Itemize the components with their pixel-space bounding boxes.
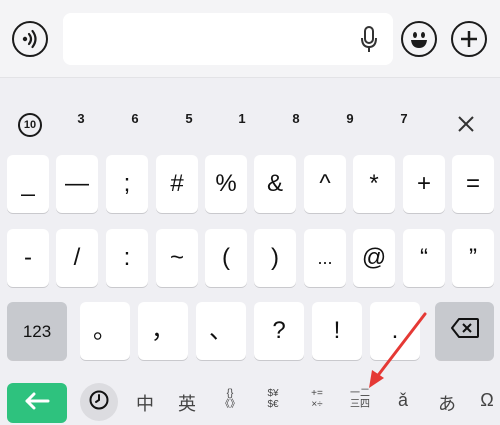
symbol-key[interactable]: — — [56, 155, 98, 213]
voice-icon[interactable] — [12, 21, 48, 57]
numbers-mode-key[interactable]: 123 — [7, 302, 67, 360]
backspace-icon — [450, 317, 480, 346]
recent-symbols-button[interactable] — [80, 383, 118, 421]
symbol-key[interactable]: ， — [138, 302, 188, 360]
clock-icon — [88, 389, 110, 416]
symbol-key[interactable]: ... — [304, 229, 346, 287]
number-key[interactable]: 8 — [281, 111, 311, 126]
symbol-key[interactable]: & — [254, 155, 296, 213]
symbol-key[interactable]: ? — [254, 302, 304, 360]
symbol-key[interactable]: ; — [106, 155, 148, 213]
enter-arrow-icon — [23, 392, 51, 415]
symbol-key[interactable]: 。 — [80, 302, 130, 360]
number-row: 10 3 6 5 1 8 9 7 — [0, 103, 500, 143]
number-key[interactable]: 9 — [335, 111, 365, 126]
plus-icon[interactable] — [451, 21, 487, 57]
symbol-key[interactable]: ” — [452, 229, 494, 287]
symbol-key[interactable]: - — [7, 229, 49, 287]
symbol-key[interactable]: ( — [205, 229, 247, 287]
more-symbols-tab[interactable]: Ω — [474, 390, 500, 411]
chinese-symbols-tab[interactable]: 中 — [130, 390, 160, 416]
message-input[interactable] — [63, 13, 393, 65]
symbol-key[interactable]: @ — [353, 229, 395, 287]
symbol-key[interactable]: * — [353, 155, 395, 213]
enter-key[interactable] — [7, 383, 67, 423]
symbol-key[interactable]: / — [56, 229, 98, 287]
close-icon[interactable] — [454, 112, 478, 136]
number-key[interactable]: 5 — [174, 111, 204, 126]
symbol-key[interactable]: % — [205, 155, 247, 213]
mic-icon[interactable] — [359, 25, 379, 55]
symbol-key[interactable]: ! — [312, 302, 362, 360]
symbol-key[interactable]: # — [156, 155, 198, 213]
brackets-tab[interactable]: {} 《》 — [215, 388, 245, 410]
symbol-key[interactable]: . — [370, 302, 420, 360]
symbol-key[interactable]: “ — [403, 229, 445, 287]
backspace-key[interactable] — [435, 302, 494, 360]
bottom-toolbar: 中 英 {} 《》 $¥ $€ += ×÷ 一二 三四 ǎ あ Ω — [0, 378, 500, 425]
emoji-icon[interactable] — [401, 21, 437, 57]
symbol-key[interactable]: ~ — [156, 229, 198, 287]
symbol-key[interactable]: + — [403, 155, 445, 213]
symbol-key[interactable]: : — [106, 229, 148, 287]
symbol-key[interactable]: ) — [254, 229, 296, 287]
symbol-key[interactable]: ^ — [304, 155, 346, 213]
number-key[interactable]: 3 — [66, 111, 96, 126]
number-key[interactable]: 6 — [120, 111, 150, 126]
accent-letters-tab[interactable]: ǎ — [388, 390, 418, 411]
english-symbols-tab[interactable]: 英 — [172, 390, 202, 416]
input-bar — [0, 0, 500, 78]
number-key[interactable]: 7 — [389, 111, 419, 126]
symbol-key[interactable]: = — [452, 155, 494, 213]
symbol-key[interactable]: _ — [7, 155, 49, 213]
math-tab[interactable]: += ×÷ — [302, 388, 332, 410]
japanese-tab[interactable]: あ — [432, 390, 462, 416]
keyboard-screen: 10 3 6 5 1 8 9 7 _ — ; # % & ^ * + = - /… — [0, 0, 500, 425]
list-numbers-tab[interactable]: 一二 三四 — [345, 388, 375, 410]
circled-ten-key[interactable]: 10 — [18, 113, 42, 137]
number-key[interactable]: 1 — [227, 111, 257, 126]
currency-tab[interactable]: $¥ $€ — [258, 388, 288, 410]
symbol-key[interactable]: 、 — [196, 302, 246, 360]
